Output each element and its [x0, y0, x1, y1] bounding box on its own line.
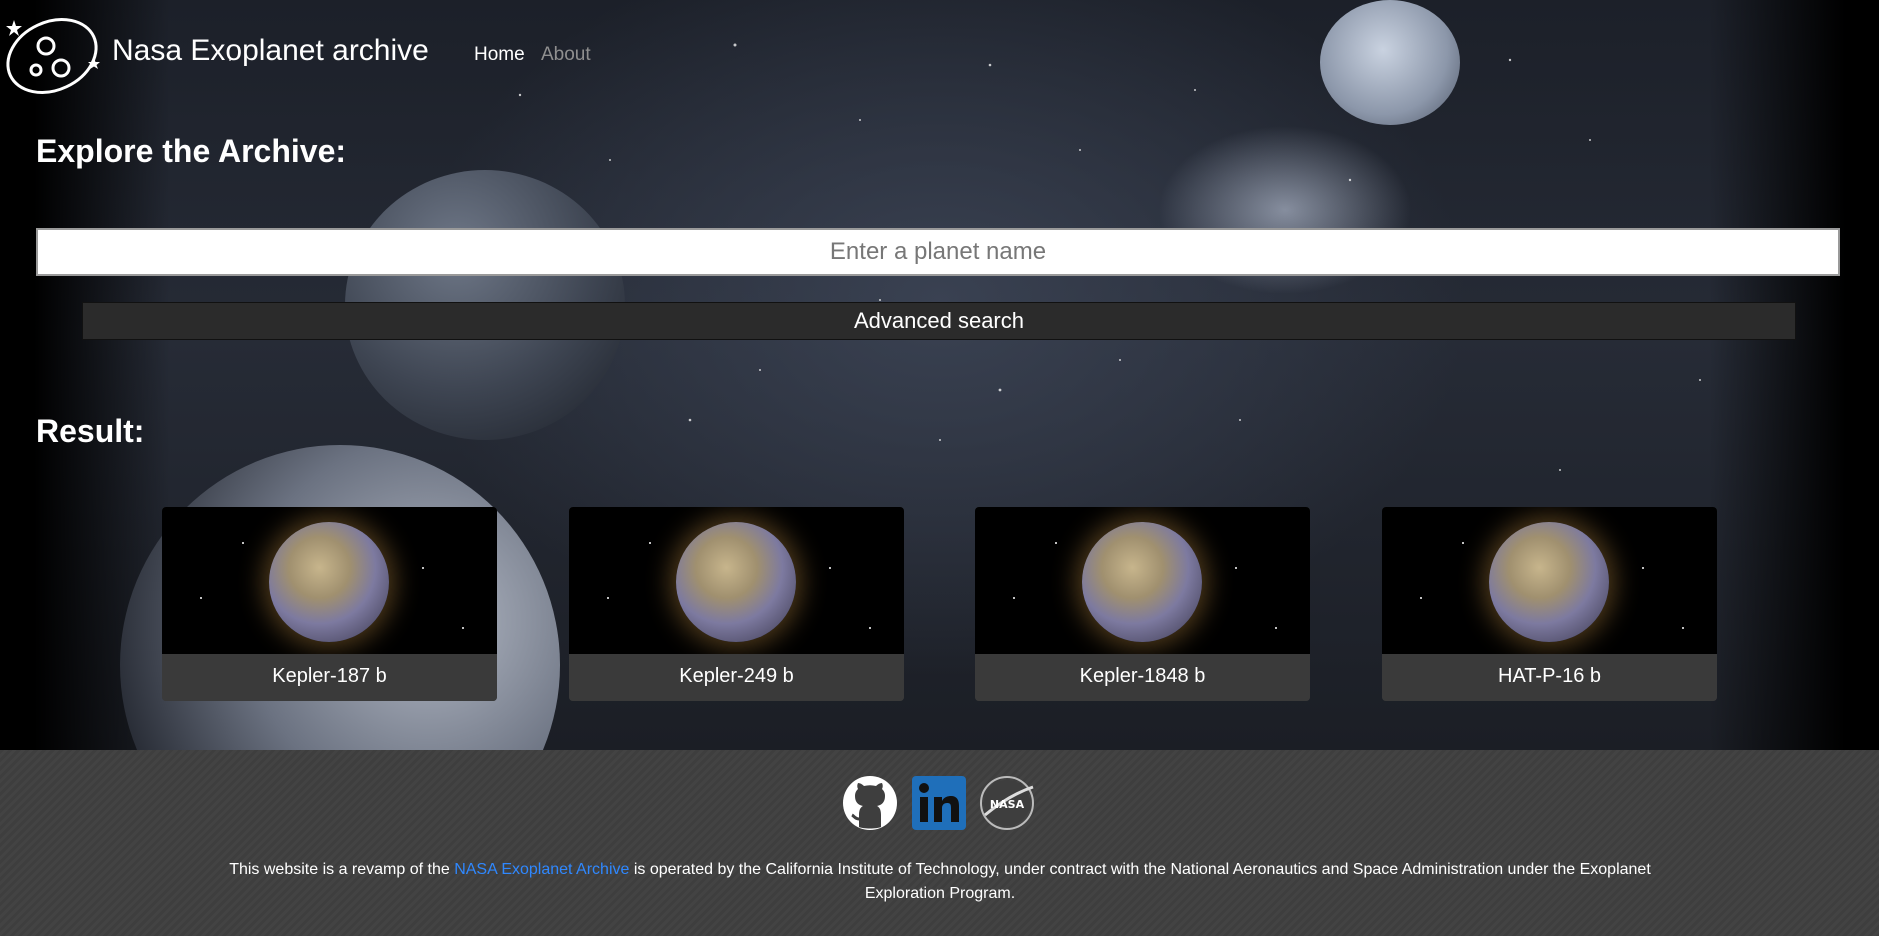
planet-card-name: Kepler-1848 b	[975, 654, 1310, 701]
result-heading: Result:	[36, 413, 145, 449]
footer-credit-text: This website is a revamp of the NASA Exo…	[220, 858, 1660, 906]
planet-card-name: Kepler-187 b	[162, 654, 497, 701]
planet-globe-icon	[1082, 522, 1202, 642]
footer: NASA This website is a revamp of the NAS…	[0, 750, 1879, 936]
explore-heading: Explore the Archive:	[36, 133, 347, 169]
site-logo-icon[interactable]	[6, 10, 100, 98]
github-icon[interactable]	[842, 775, 898, 831]
planet-card[interactable]: HAT-P-16 b	[1382, 507, 1717, 701]
planet-globe-icon	[676, 522, 796, 642]
planet-globe-icon	[269, 522, 389, 642]
footer-text-after: is operated by the California Institute …	[629, 861, 1651, 902]
svg-text:NASA: NASA	[990, 798, 1025, 811]
planet-image	[569, 507, 904, 654]
planet-image	[975, 507, 1310, 654]
planet-image	[1382, 507, 1717, 654]
brand-title[interactable]: Nasa Exoplanet archive	[112, 34, 429, 68]
nasa-icon[interactable]: NASA	[979, 775, 1035, 831]
advanced-search-button[interactable]: Advanced search	[82, 302, 1796, 340]
nav-home-link[interactable]: Home	[474, 44, 525, 66]
linkedin-icon[interactable]	[911, 775, 967, 831]
planet-image	[162, 507, 497, 654]
planet-card[interactable]: Kepler-187 b	[162, 507, 497, 701]
footer-text-before: This website is a revamp of the	[229, 861, 455, 878]
planet-card[interactable]: Kepler-249 b	[569, 507, 904, 701]
planet-card-name: Kepler-249 b	[569, 654, 904, 701]
background-moon-small	[1320, 0, 1460, 125]
planet-globe-icon	[1489, 522, 1609, 642]
nasa-archive-link[interactable]: NASA Exoplanet Archive	[454, 861, 629, 878]
planet-search-input[interactable]	[36, 228, 1840, 276]
planet-card[interactable]: Kepler-1848 b	[975, 507, 1310, 701]
planet-card-name: HAT-P-16 b	[1382, 654, 1717, 701]
nav-about-link[interactable]: About	[541, 44, 591, 66]
